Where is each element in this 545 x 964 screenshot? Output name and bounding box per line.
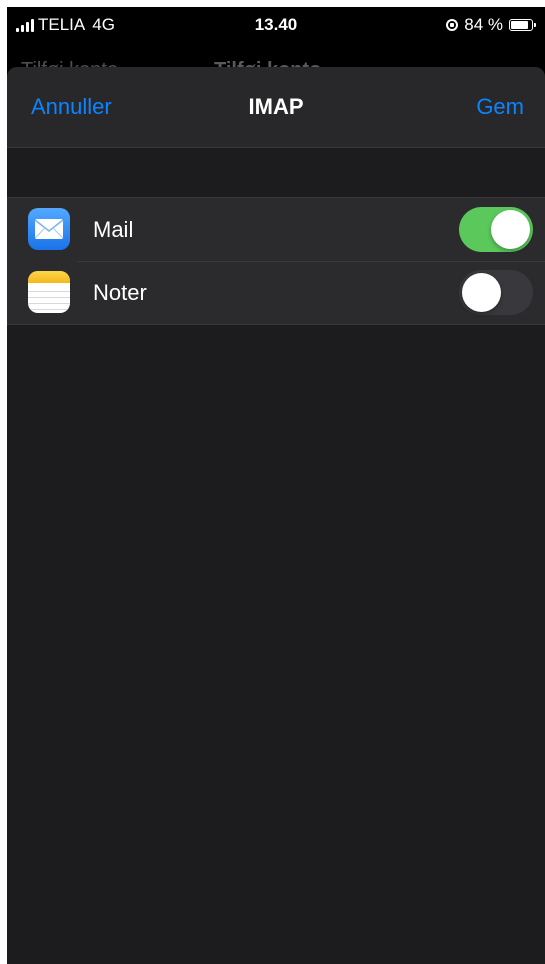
battery-percent: 84 % <box>464 15 503 34</box>
sheet-navbar: Annuller IMAP Gem <box>7 67 545 148</box>
status-bar: TELIA 4G 13.40 84 % <box>7 7 545 41</box>
services-list: Mail Noter <box>7 197 545 325</box>
orientation-lock-icon <box>446 19 459 31</box>
phone-screen: TELIA 4G 13.40 84 % Tilføj konto Tilføj … <box>7 7 545 964</box>
mail-toggle[interactable] <box>459 207 533 252</box>
toggle-knob <box>462 273 501 312</box>
notes-label: Noter <box>93 280 147 305</box>
notes-toggle[interactable] <box>459 270 533 315</box>
list-item-notes[interactable]: Noter <box>7 261 545 324</box>
battery-icon <box>509 19 536 31</box>
status-right: 84 % <box>446 15 536 35</box>
toggle-knob <box>491 210 530 249</box>
mail-app-icon <box>28 208 70 250</box>
save-button[interactable]: Gem <box>476 94 524 120</box>
notes-app-icon <box>28 271 70 313</box>
list-item-mail[interactable]: Mail <box>7 198 545 261</box>
imap-sheet: Annuller IMAP Gem Mail Noter <box>7 67 545 964</box>
cancel-button[interactable]: Annuller <box>31 94 112 120</box>
mail-label: Mail <box>93 217 134 242</box>
